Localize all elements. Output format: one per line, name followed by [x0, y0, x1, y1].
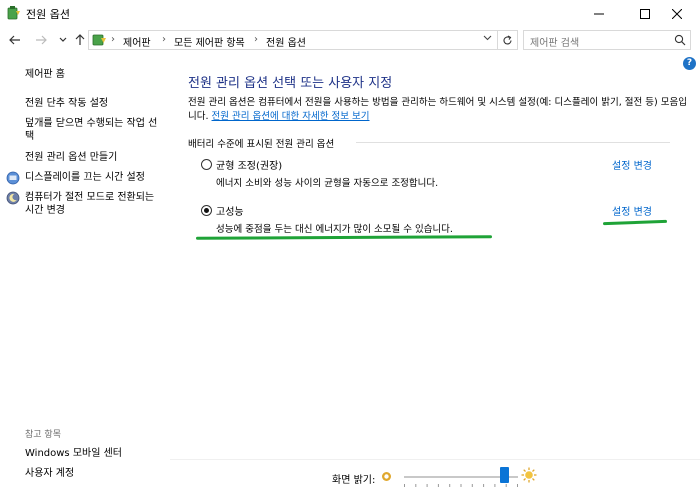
- breadcrumb-power-options[interactable]: 전원 옵션: [266, 34, 306, 49]
- forward-button[interactable]: [32, 30, 50, 50]
- plan-group-label: 배터리 수준에 표시된 전원 관리 옵션: [188, 139, 335, 150]
- arrow-right-icon: [36, 35, 47, 45]
- brightness-high-icon: [521, 467, 537, 483]
- breadcrumb-separator: ›: [254, 34, 258, 45]
- sidebar-item-user-accounts[interactable]: 사용자 계정: [25, 467, 165, 480]
- sidebar-item-mobility-center[interactable]: Windows 모바일 센터: [25, 447, 165, 460]
- page-description: 전원 관리 옵션은 컴퓨터에서 전원을 사용하는 방법을 관리하는 하드웨어 및…: [188, 96, 688, 124]
- maximize-icon: [640, 8, 650, 19]
- arrow-left-icon: [9, 35, 20, 45]
- title-bar: 전원 옵션: [0, 0, 700, 27]
- breadcrumb-separator: ›: [111, 34, 115, 45]
- sidebar-item-lid-close[interactable]: 덮개를 닫으면 수행되는 작업 선택: [25, 117, 165, 143]
- search-input[interactable]: 제어판 검색: [530, 34, 579, 49]
- sidebar-item-sleep-time[interactable]: 컴퓨터가 절전 모드로 전환되는 시간 변경: [25, 191, 165, 217]
- high-performance-plan-radio[interactable]: [201, 205, 212, 216]
- minimize-button[interactable]: [576, 0, 622, 27]
- page-title: 전원 관리 옵션 선택 또는 사용자 지정: [188, 76, 393, 91]
- brightness-slider-thumb[interactable]: [499, 467, 509, 483]
- window-title: 전원 옵션: [26, 8, 70, 21]
- recent-locations-button[interactable]: [54, 30, 72, 50]
- minimize-icon: [594, 13, 604, 14]
- breadcrumb-all-items[interactable]: 모든 제어판 항목: [174, 34, 245, 49]
- see-also-heading: 참고 항목: [25, 430, 61, 440]
- close-icon: [672, 8, 682, 19]
- search-icon: [674, 34, 686, 46]
- chevron-down-icon: [59, 37, 67, 42]
- balanced-change-settings-link[interactable]: 설정 변경: [612, 157, 652, 172]
- breadcrumb-control-panel[interactable]: 제어판: [123, 34, 151, 49]
- balanced-plan-radio[interactable]: [201, 159, 212, 170]
- breadcrumb-separator: ›: [162, 34, 166, 45]
- address-dropdown-button[interactable]: [483, 34, 492, 44]
- sleep-moon-icon: [6, 191, 20, 205]
- balanced-plan-description: 에너지 소비와 성능 사이의 균형을 자동으로 조정합니다.: [216, 178, 439, 189]
- navigation-bar: › 제어판 › 모든 제어판 항목 › 전원 옵션 제어판 검색: [0, 27, 700, 53]
- address-bar[interactable]: › 제어판 › 모든 제어판 항목 › 전원 옵션: [88, 30, 498, 50]
- brightness-label: 화면 밝기:: [332, 475, 376, 486]
- sidebar-item-power-button[interactable]: 전원 단추 작동 설정: [25, 97, 165, 110]
- sidebar-item-display-off[interactable]: 디스플레이를 끄는 시간 설정: [25, 171, 165, 184]
- sidebar-item-control-panel-home[interactable]: 제어판 홈: [25, 68, 165, 81]
- up-button[interactable]: [71, 30, 89, 50]
- highlight-underline: [195, 235, 493, 240]
- chevron-down-icon: [483, 35, 492, 41]
- close-button[interactable]: [654, 0, 700, 27]
- display-shield-icon: [6, 171, 20, 185]
- refresh-button[interactable]: [498, 30, 518, 50]
- back-button[interactable]: [6, 30, 24, 50]
- high-performance-plan-name[interactable]: 고성능: [216, 203, 244, 218]
- sidebar-item-create-plan[interactable]: 전원 관리 옵션 만들기: [25, 151, 165, 164]
- help-icon[interactable]: ?: [683, 57, 696, 70]
- power-options-icon: [7, 6, 20, 20]
- refresh-icon: [503, 35, 512, 44]
- search-box[interactable]: 제어판 검색: [523, 30, 691, 50]
- group-divider: [356, 142, 670, 143]
- high-performance-plan-description: 성능에 중점을 두는 대신 에너지가 많이 소모될 수 있습니다.: [216, 224, 453, 235]
- more-info-link[interactable]: 전원 관리 옵션에 대한 자세한 정보 보기: [212, 111, 370, 122]
- brightness-slider-ticks: [404, 484, 518, 487]
- sidebar: 제어판 홈 전원 단추 작동 설정 덮개를 닫으면 수행되는 작업 선택 전원 …: [0, 53, 170, 498]
- brightness-low-icon: [382, 472, 391, 481]
- high-performance-change-settings-link[interactable]: 설정 변경: [612, 203, 652, 218]
- bottom-divider: [170, 459, 700, 460]
- control-panel-icon: [92, 34, 106, 46]
- balanced-plan-name[interactable]: 균형 조정(권장): [216, 157, 282, 172]
- highlight-underline: [602, 219, 668, 226]
- arrow-up-icon: [75, 34, 85, 45]
